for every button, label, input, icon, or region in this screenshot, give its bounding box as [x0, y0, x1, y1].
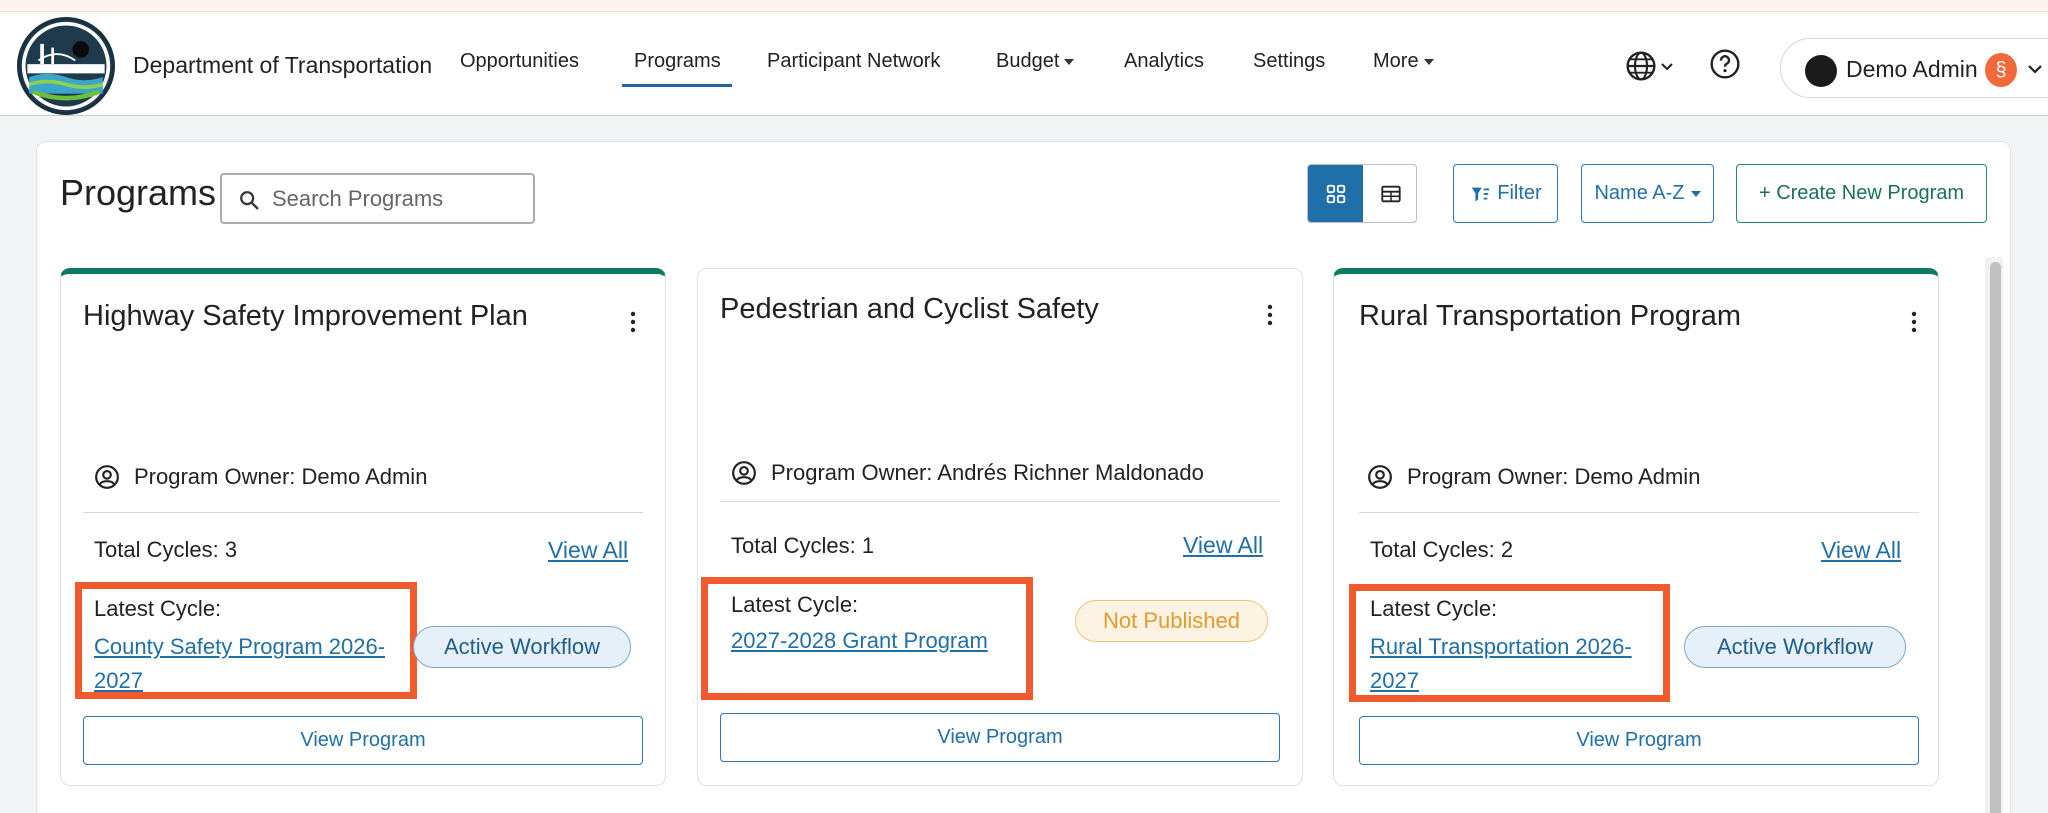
nav-opportunities[interactable]: Opportunities [460, 50, 579, 73]
filter-label: Filter [1497, 182, 1542, 204]
kebab-menu-icon[interactable] [1909, 310, 1919, 334]
create-program-button[interactable]: + Create New Program [1736, 164, 1987, 223]
user-name: Demo Admin [1846, 56, 1978, 82]
table-view-button[interactable] [1363, 165, 1416, 222]
chevron-down-icon [1423, 58, 1434, 65]
kebab-menu-icon[interactable] [628, 310, 638, 334]
program-card: Pedestrian and Cyclist Safety Program Ow… [697, 268, 1303, 786]
nav-budget-label: Budget [996, 50, 1060, 72]
highlight-box [75, 582, 417, 699]
nav-participant-network[interactable]: Participant Network [767, 50, 940, 73]
program-owner: Program Owner: Demo Admin [1367, 464, 1700, 490]
page-title: Programs [60, 172, 217, 213]
view-program-button[interactable]: View Program [83, 716, 643, 765]
top-navbar: Department of Transportation Opportuniti… [0, 12, 2048, 116]
view-program-button[interactable]: View Program [1359, 716, 1919, 765]
user-circle-icon [732, 461, 756, 485]
nav-programs[interactable]: Programs [634, 50, 721, 73]
card-title: Pedestrian and Cyclist Safety [720, 293, 1099, 325]
chevron-down-icon[interactable] [1660, 62, 1674, 72]
filter-icon [1472, 187, 1490, 201]
user-menu[interactable]: Demo Admin § [1780, 38, 2048, 98]
bridge-logo-icon [21, 21, 111, 111]
chevron-down-icon [1690, 190, 1701, 197]
org-logo[interactable] [17, 17, 115, 115]
program-owner-text: Program Owner: Andrés Richner Maldonado [771, 460, 1204, 485]
sort-dropdown[interactable]: Name A-Z [1581, 164, 1714, 223]
search-input[interactable] [272, 185, 527, 213]
program-card: Highway Safety Improvement Plan Program … [60, 268, 666, 786]
nav-more[interactable]: More [1373, 50, 1434, 73]
grid-view-button[interactable] [1308, 165, 1363, 222]
org-name[interactable]: Department of Transportation [133, 52, 432, 79]
chevron-down-icon [2028, 65, 2042, 74]
program-owner-text: Program Owner: Demo Admin [1407, 464, 1701, 489]
total-cycles: Total Cycles: 3 [94, 537, 238, 562]
divider [83, 512, 643, 513]
total-cycles: Total Cycles: 2 [1370, 537, 1514, 562]
view-toggle [1307, 164, 1417, 223]
user-circle-icon [95, 465, 119, 489]
scrollbar-thumb[interactable] [1990, 262, 2001, 813]
nav-analytics[interactable]: Analytics [1124, 50, 1204, 73]
divider [1359, 512, 1919, 513]
nav-active-indicator [622, 84, 732, 87]
search-box[interactable] [220, 173, 535, 224]
nav-more-label: More [1373, 50, 1419, 72]
program-owner-text: Program Owner: Demo Admin [134, 464, 428, 489]
nav-settings[interactable]: Settings [1253, 50, 1325, 73]
avatar [1805, 55, 1837, 87]
status-badge: Active Workflow [1684, 626, 1906, 668]
nav-budget[interactable]: Budget [996, 50, 1075, 73]
program-owner: Program Owner: Demo Admin [94, 464, 427, 490]
sort-label: Name A-Z [1594, 182, 1685, 204]
user-circle-icon [1368, 465, 1392, 489]
help-icon[interactable] [1709, 48, 1741, 80]
chevron-down-icon [1064, 58, 1075, 65]
kebab-menu-icon[interactable] [1265, 303, 1275, 327]
view-program-button[interactable]: View Program [720, 713, 1280, 762]
top-banner-strip [0, 0, 2048, 12]
program-owner: Program Owner: Andrés Richner Maldonado [731, 460, 1204, 486]
view-all-link[interactable]: View All [1183, 532, 1263, 559]
status-badge: Active Workflow [413, 626, 631, 668]
globe-icon[interactable] [1625, 50, 1657, 82]
table-icon [1381, 185, 1401, 203]
highlight-box [1349, 584, 1670, 702]
status-badge: Not Published [1075, 600, 1268, 642]
total-cycles: Total Cycles: 1 [731, 533, 875, 558]
divider [720, 501, 1280, 502]
search-icon [240, 191, 259, 210]
grid-icon [1326, 184, 1346, 204]
filter-button[interactable]: Filter [1453, 164, 1558, 223]
view-all-link[interactable]: View All [548, 537, 628, 564]
highlight-box [701, 577, 1033, 700]
view-all-link[interactable]: View All [1821, 537, 1901, 564]
s-logo-icon: § [1985, 53, 2017, 87]
program-card: Rural Transportation Program Program Own… [1333, 268, 1939, 786]
card-title: Rural Transportation Program [1359, 300, 1741, 332]
card-title: Highway Safety Improvement Plan [83, 300, 528, 332]
